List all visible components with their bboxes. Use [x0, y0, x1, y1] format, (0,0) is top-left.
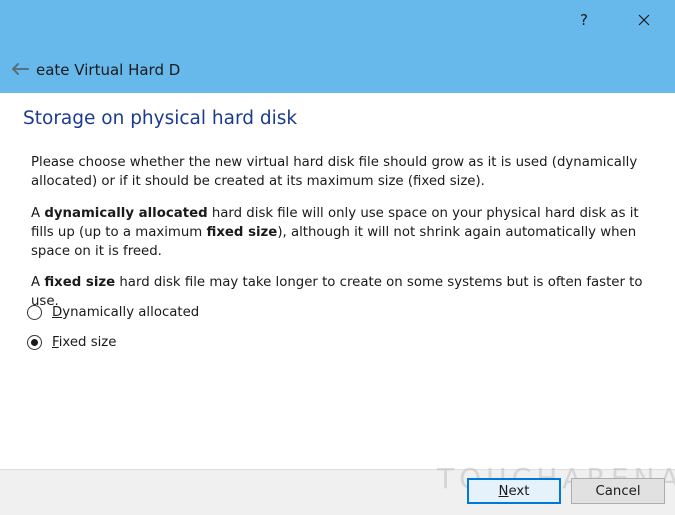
text-run: A	[31, 275, 45, 290]
bold-term-dynamically-allocated: dynamically allocated	[44, 206, 208, 221]
cancel-button[interactable]: Cancel	[571, 478, 665, 504]
back-arrow-icon	[12, 63, 29, 75]
fixed-size-label[interactable]: Fixed size	[52, 335, 116, 350]
create-virtual-hard-disk-dialog: ? eate Virtual Hard D Storage on physica…	[0, 0, 675, 515]
next-button[interactable]: Next	[467, 478, 561, 504]
page-heading: Storage on physical hard disk	[23, 108, 298, 129]
fixed-size-radio[interactable]: Fixed size	[27, 332, 116, 352]
mnemonic-letter: F	[52, 334, 59, 350]
title-bar: ? eate Virtual Hard D	[0, 0, 675, 93]
radio-button-checked[interactable]	[27, 334, 42, 350]
dynamically-allocated-label[interactable]: Dynamically allocated	[52, 305, 199, 320]
mnemonic-letter: D	[52, 304, 63, 320]
close-icon	[638, 14, 650, 26]
intro-paragraph: Please choose whether the new virtual ha…	[31, 155, 638, 189]
close-button[interactable]	[626, 6, 662, 34]
wizard-title: eate Virtual Hard D	[36, 61, 181, 79]
back-button[interactable]	[8, 58, 32, 80]
dynamically-allocated-radio[interactable]: Dynamically allocated	[27, 302, 199, 322]
button-label: ext	[508, 483, 530, 499]
text-run: A	[31, 206, 45, 221]
label-text: ynamically allocated	[62, 304, 200, 320]
help-label: ?	[580, 11, 588, 29]
radio-button-unchecked[interactable]	[27, 304, 42, 320]
mnemonic-letter: N	[498, 483, 509, 499]
label-text: ixed size	[58, 334, 117, 350]
bold-term-fixed-size: fixed size	[206, 225, 278, 240]
dynamic-description-paragraph: A dynamically allocated hard disk file w…	[31, 204, 659, 261]
help-button[interactable]: ?	[566, 6, 602, 34]
bold-term-fixed-size: fixed size	[44, 275, 116, 290]
